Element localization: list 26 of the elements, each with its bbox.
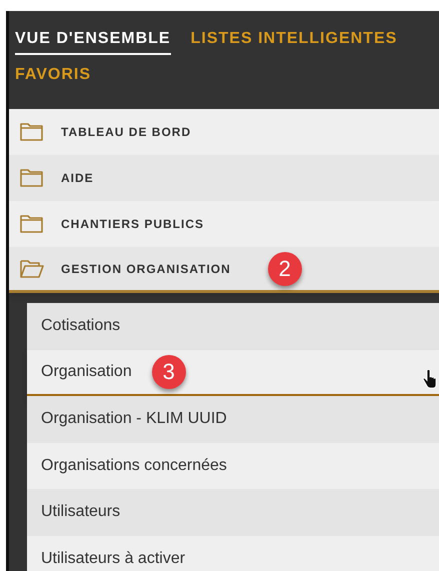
submenu-label: Cotisations xyxy=(41,316,120,336)
folder-item[interactable]: AIDE xyxy=(9,155,439,201)
hand-cursor-icon xyxy=(423,368,437,389)
folder-item[interactable]: CHANTIERS PUBLICS xyxy=(9,201,439,247)
step-badge: 2 xyxy=(268,252,302,286)
submenu-label: Organisation xyxy=(41,362,132,382)
step-badge: 3 xyxy=(152,354,186,389)
submenu-label: Organisation - KLIM UUID xyxy=(41,409,227,430)
submenu-item[interactable]: Utilisateurs xyxy=(27,489,439,536)
submenu-item[interactable]: Utilisateurs à activer xyxy=(27,536,439,571)
submenu-item[interactable]: Organisation - KLIM UUID xyxy=(27,396,439,442)
submenu-label: Organisations concernées xyxy=(41,456,227,476)
tab[interactable]: VUE D'ENSEMBLE xyxy=(15,27,171,55)
submenu-item[interactable]: Organisations concernées xyxy=(27,442,439,489)
folder-icon xyxy=(20,168,44,188)
folder-item[interactable]: GESTION ORGANISATION 2 xyxy=(9,247,439,293)
open-folder-icon xyxy=(20,258,44,278)
tab[interactable]: FAVORIS xyxy=(15,63,92,91)
folder-icon xyxy=(20,214,44,234)
submenu-item[interactable]: Organisation 3 xyxy=(27,350,439,396)
tab[interactable]: LISTES INTELLIGENTES xyxy=(190,27,398,55)
folder-icon xyxy=(20,122,44,142)
submenu-label: Utilisateurs xyxy=(41,502,120,522)
submenu-item[interactable]: Cotisations xyxy=(27,303,439,350)
folder-item[interactable]: TABLEAU DE BORD xyxy=(9,109,439,155)
submenu-label: Utilisateurs à activer xyxy=(41,548,186,569)
